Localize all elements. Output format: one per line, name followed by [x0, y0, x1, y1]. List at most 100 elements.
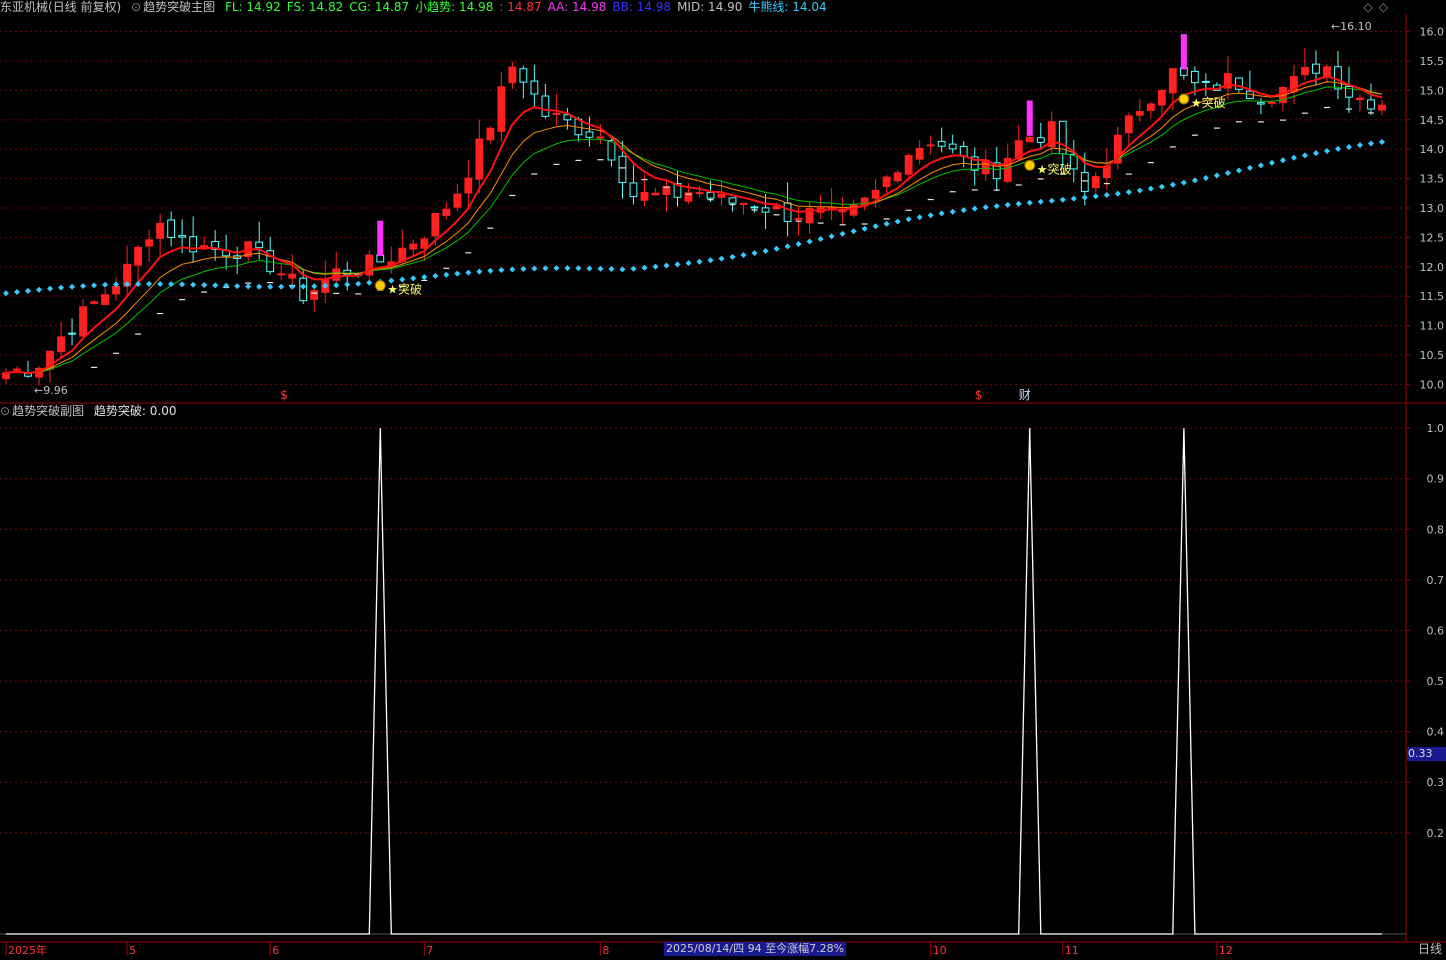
ma-line-cg [5, 86, 1383, 374]
indicator-name[interactable]: 趋势突破主图 [143, 0, 215, 14]
bull-dot [465, 269, 472, 276]
bull-dot [355, 280, 362, 287]
candle-80 [882, 175, 891, 193]
candle-body [596, 136, 605, 139]
candle-body [1025, 136, 1034, 143]
candle-83 [915, 139, 924, 165]
bull-dot [740, 252, 747, 259]
candle-body [629, 182, 638, 198]
indicator-value-6: BB: 14.98 [612, 0, 672, 14]
candle-103 [1135, 99, 1144, 122]
bull-dot [663, 262, 670, 269]
bull-dot [410, 275, 417, 282]
sub-indicator-name[interactable]: 趋势突破副图 [12, 404, 84, 418]
candle-88 [970, 147, 979, 186]
candle-30 [332, 251, 341, 284]
candle-9 [101, 288, 109, 306]
candle-body [112, 286, 120, 295]
candle-body [530, 80, 539, 95]
period-label[interactable]: (日线 前复权) [48, 0, 121, 14]
dropdown-icon[interactable]: ⊙ [0, 404, 10, 418]
candle-33 [365, 249, 374, 283]
candle-body [1157, 89, 1166, 106]
indicator-value-5: AA: 14.98 [547, 0, 607, 14]
candle-body [1301, 67, 1309, 76]
bull-dot [1301, 152, 1308, 159]
main-tick-label-10: 11.0 [1420, 320, 1445, 333]
bull-dot [1048, 197, 1055, 204]
bull-dot [1290, 154, 1297, 161]
candle-122 [1345, 66, 1353, 113]
bull-dot [718, 255, 725, 262]
signal-bar-0 [377, 220, 384, 257]
settings-icon[interactable]: ◇ [1379, 0, 1388, 14]
candle-body [1091, 176, 1100, 189]
candle-body [13, 368, 21, 371]
candle-body [750, 206, 759, 209]
candle-8 [90, 300, 98, 305]
main-tick-label-11: 10.5 [1420, 349, 1445, 362]
main-tick-label-8: 12.0 [1420, 261, 1445, 274]
dividend-marker-1: $ [280, 388, 288, 402]
bull-dot [894, 218, 901, 225]
chart-canvas[interactable]: 16.0 15.5 15.0 14.5 14.0 13.5 13.0 12.5 12.0 11.5… [0, 0, 1446, 957]
candle-body [783, 202, 792, 222]
bull-dot [1379, 138, 1385, 145]
candle-body [255, 241, 264, 249]
candle-94 [1036, 122, 1045, 149]
bull-dot [1070, 195, 1077, 202]
bull-dot [1015, 200, 1022, 207]
ma-line-fs [5, 81, 1383, 374]
candle-15 [167, 211, 176, 247]
bull-dot [1169, 181, 1176, 188]
candle-17 [189, 216, 198, 264]
bull-dot [938, 210, 945, 217]
candle-body [167, 219, 176, 238]
candle-25 [277, 262, 286, 280]
candle-10 [112, 277, 120, 301]
sub-tick-label-4: 0.6 [1427, 624, 1445, 637]
bull-dot [1268, 159, 1275, 166]
candle-body [1367, 99, 1375, 110]
indicator-value-0: FL: 14.92 [224, 0, 281, 14]
bull-dot [1147, 185, 1154, 192]
candle-101 [1113, 126, 1122, 170]
bull-dot [289, 283, 296, 290]
main-chart-header: 东亚机械(日线 前复权) ⊙ 趋势突破主图 FL: 14.92 FS: 14.82 C… [0, 0, 839, 14]
sub-tick-label-6: 0.4 [1427, 726, 1445, 739]
candle-body [1080, 172, 1089, 192]
candle-body [585, 131, 594, 138]
dropdown-icon[interactable]: ⊙ [131, 0, 141, 14]
bull-dot [751, 250, 758, 257]
period-switch-label[interactable]: 日线 [1418, 942, 1442, 956]
period-switch[interactable]: 日线 [1418, 942, 1442, 956]
diamond-icon[interactable]: ◇ [1364, 0, 1373, 14]
sub-tick-label-0: 1.0 [1427, 422, 1445, 435]
candle-46 [508, 61, 517, 89]
signal-label-2: ★突破 [1191, 95, 1226, 110]
x-label-2: 6 [272, 944, 279, 956]
bull-dot [498, 267, 505, 274]
candle-body [1036, 137, 1045, 143]
bull-dot [1246, 164, 1253, 171]
bull-dot [971, 205, 978, 212]
bull-dot [1092, 193, 1099, 200]
candle-114 [1256, 98, 1265, 115]
bull-dot [36, 286, 43, 293]
candle-89 [981, 150, 990, 182]
stock-name[interactable]: 东亚机械 [0, 0, 48, 14]
bull-dot [47, 285, 54, 292]
candle-body [475, 138, 484, 180]
candle-6 [68, 318, 76, 346]
candle-body [1312, 63, 1320, 74]
candle-28 [310, 285, 319, 313]
candle-body [310, 290, 319, 300]
bull-dot [1125, 189, 1132, 196]
candle-47 [519, 65, 528, 99]
candle-53 [585, 116, 594, 147]
candle-body [1168, 68, 1177, 94]
x-label-7: 12 [1219, 944, 1233, 956]
bull-bear-line [3, 138, 1385, 297]
sub-tick-label-8: 0.2 [1427, 827, 1445, 840]
main-tick-label-6: 13.0 [1420, 202, 1445, 215]
